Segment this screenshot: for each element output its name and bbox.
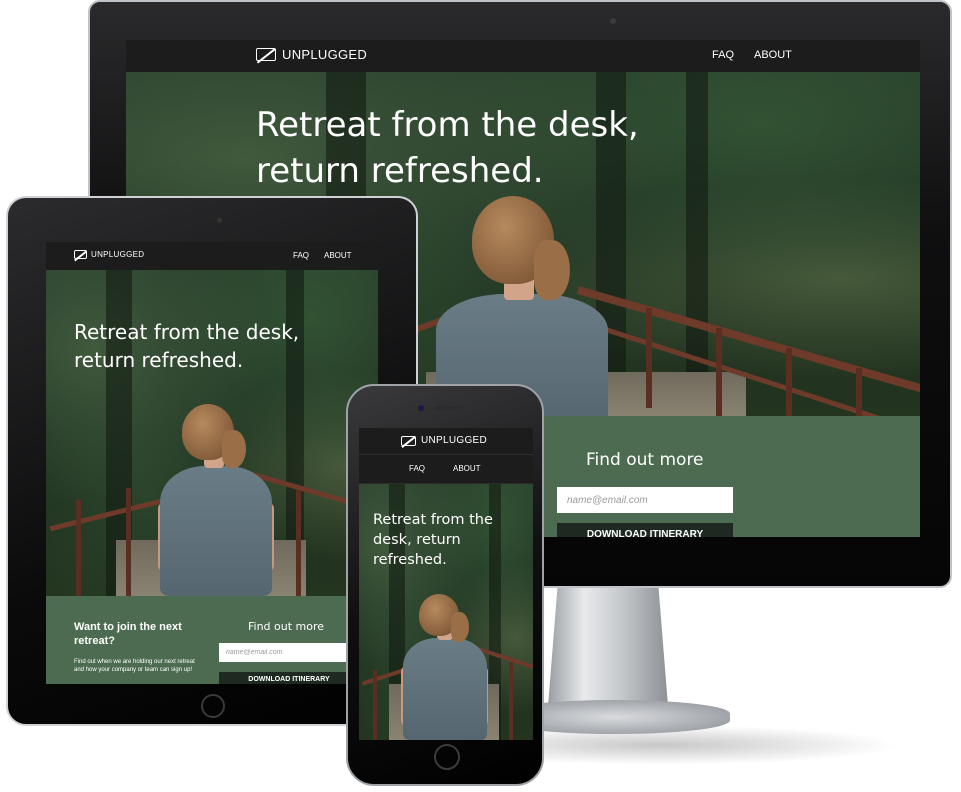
phone-camera xyxy=(418,405,424,411)
phone-hero: Retreat from the desk, return refreshed. xyxy=(359,484,533,740)
tablet-find-out-title: Find out more xyxy=(248,620,325,633)
desktop-navbar: UNPLUGGED FAQ ABOUT xyxy=(126,40,920,72)
logo-icon xyxy=(74,250,87,259)
desktop-email-input[interactable] xyxy=(557,487,733,513)
desktop-find-out-title: Find out more xyxy=(586,450,704,470)
tablet-home-button xyxy=(201,694,225,718)
tablet-hero: Retreat from the desk, return refreshed. xyxy=(46,270,378,596)
phone-speaker xyxy=(434,406,462,410)
logo-icon xyxy=(401,435,416,446)
tablet-headline: Retreat from the desk, return refreshed. xyxy=(74,320,300,372)
tablet-camera xyxy=(217,218,222,223)
desktop-headline: Retreat from the desk, return refreshed. xyxy=(256,105,639,191)
tablet-join-title: Want to join the next retreat? xyxy=(74,621,182,647)
phone-navbar: UNPLUGGED FAQ ABOUT xyxy=(359,428,533,484)
monitor-camera xyxy=(610,18,616,24)
tablet-logo[interactable]: UNPLUGGED xyxy=(74,250,144,259)
brand-name: UNPLUGGED xyxy=(421,435,488,446)
brand-name: UNPLUGGED xyxy=(282,47,368,62)
phone-headline: Retreat from the desk, return refreshed. xyxy=(373,512,493,568)
tablet-join-text: Find out when we are holding our next re… xyxy=(74,659,195,673)
tablet-signup-panel: Want to join the next retreat? Find out … xyxy=(46,596,378,684)
desktop-download-button[interactable]: DOWNLOAD ITINERARY xyxy=(557,523,733,537)
nav-faq-link[interactable]: FAQ xyxy=(293,251,309,260)
nav-faq-link[interactable]: FAQ xyxy=(712,49,734,61)
logo-icon xyxy=(256,48,276,61)
phone-screen: UNPLUGGED FAQ ABOUT Retreat from the des… xyxy=(359,428,533,740)
tablet-screen: UNPLUGGED FAQ ABOUT Retreat from the des… xyxy=(46,242,378,684)
tablet-navbar: UNPLUGGED FAQ ABOUT xyxy=(46,242,378,270)
monitor-stand-neck xyxy=(548,586,668,706)
phone-home-button xyxy=(434,744,460,770)
nav-about-link[interactable]: ABOUT xyxy=(754,49,792,61)
desktop-logo[interactable]: UNPLUGGED xyxy=(256,47,367,62)
tablet-download-button[interactable]: DOWNLOAD ITINERARY xyxy=(219,672,359,684)
brand-name: UNPLUGGED xyxy=(91,250,145,259)
nav-faq-link[interactable]: FAQ xyxy=(409,464,425,473)
phone-logo[interactable]: UNPLUGGED xyxy=(401,435,487,446)
nav-about-link[interactable]: ABOUT xyxy=(324,251,352,260)
tablet-email-input[interactable] xyxy=(219,643,359,662)
nav-about-link[interactable]: ABOUT xyxy=(453,464,481,473)
